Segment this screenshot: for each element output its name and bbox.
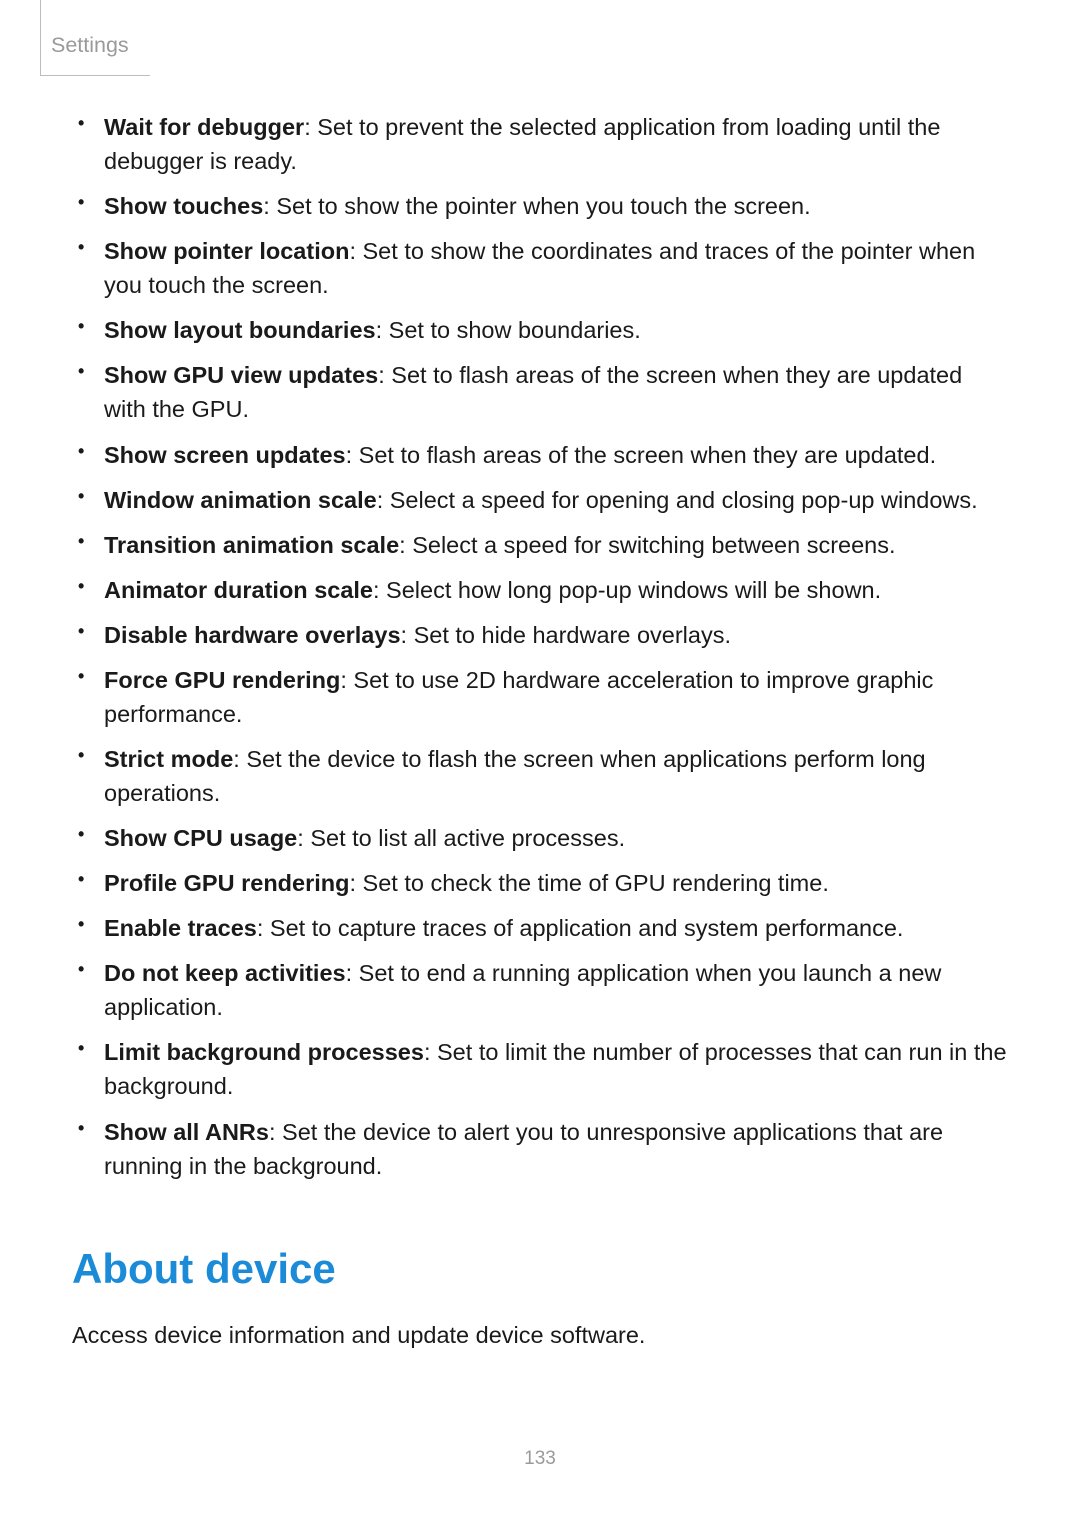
option-title: Show screen updates [104,442,346,468]
option-description: : Select how long pop-up windows will be… [373,577,881,603]
option-title: Limit background processes [104,1039,424,1065]
option-title: Enable traces [104,915,257,941]
page-header-tab: Settings [40,0,150,76]
section-heading-about-device: About device [72,1239,1008,1300]
option-description: : Set to list all active processes. [297,825,625,851]
settings-option-item: Force GPU rendering: Set to use 2D hardw… [104,663,1008,731]
settings-option-item: Disable hardware overlays: Set to hide h… [104,618,1008,652]
page-content: Wait for debugger: Set to prevent the se… [0,0,1080,1352]
settings-options-list: Wait for debugger: Set to prevent the se… [72,110,1008,1183]
option-title: Strict mode [104,746,233,772]
option-title: Profile GPU rendering [104,870,350,896]
settings-option-item: Profile GPU rendering: Set to check the … [104,866,1008,900]
option-title: Show layout boundaries [104,317,376,343]
settings-option-item: Show layout boundaries: Set to show boun… [104,313,1008,347]
option-title: Do not keep activities [104,960,346,986]
settings-option-item: Show GPU view updates: Set to flash area… [104,358,1008,426]
option-title: Show GPU view updates [104,362,378,388]
page-number: 133 [0,1445,1080,1473]
settings-option-item: Do not keep activities: Set to end a run… [104,956,1008,1024]
option-title: Show touches [104,193,263,219]
option-description: : Set to show boundaries. [376,317,641,343]
settings-option-item: Show CPU usage: Set to list all active p… [104,821,1008,855]
option-title: Transition animation scale [104,532,399,558]
settings-option-item: Enable traces: Set to capture traces of … [104,911,1008,945]
option-title: Force GPU rendering [104,667,340,693]
settings-option-item: Show all ANRs: Set the device to alert y… [104,1115,1008,1183]
option-description: : Set to check the time of GPU rendering… [350,870,829,896]
option-description: : Select a speed for switching between s… [399,532,895,558]
option-title: Show all ANRs [104,1119,269,1145]
option-description: : Set to flash areas of the screen when … [346,442,936,468]
settings-option-item: Show screen updates: Set to flash areas … [104,438,1008,472]
settings-option-item: Show pointer location: Set to show the c… [104,234,1008,302]
settings-option-item: Show touches: Set to show the pointer wh… [104,189,1008,223]
settings-option-item: Animator duration scale: Select how long… [104,573,1008,607]
settings-option-item: Transition animation scale: Select a spe… [104,528,1008,562]
option-description: : Select a speed for opening and closing… [377,487,978,513]
option-description: : Set to capture traces of application a… [257,915,904,941]
option-title: Show pointer location [104,238,349,264]
option-title: Window animation scale [104,487,377,513]
option-title: Animator duration scale [104,577,373,603]
settings-option-item: Limit background processes: Set to limit… [104,1035,1008,1103]
option-title: Disable hardware overlays [104,622,401,648]
option-description: : Set to show the pointer when you touch… [263,193,810,219]
option-title: Show CPU usage [104,825,297,851]
option-title: Wait for debugger [104,114,304,140]
option-description: : Set to hide hardware overlays. [401,622,731,648]
settings-option-item: Strict mode: Set the device to flash the… [104,742,1008,810]
settings-option-item: Window animation scale: Select a speed f… [104,483,1008,517]
section-body-about-device: Access device information and update dev… [72,1318,1008,1352]
settings-option-item: Wait for debugger: Set to prevent the se… [104,110,1008,178]
